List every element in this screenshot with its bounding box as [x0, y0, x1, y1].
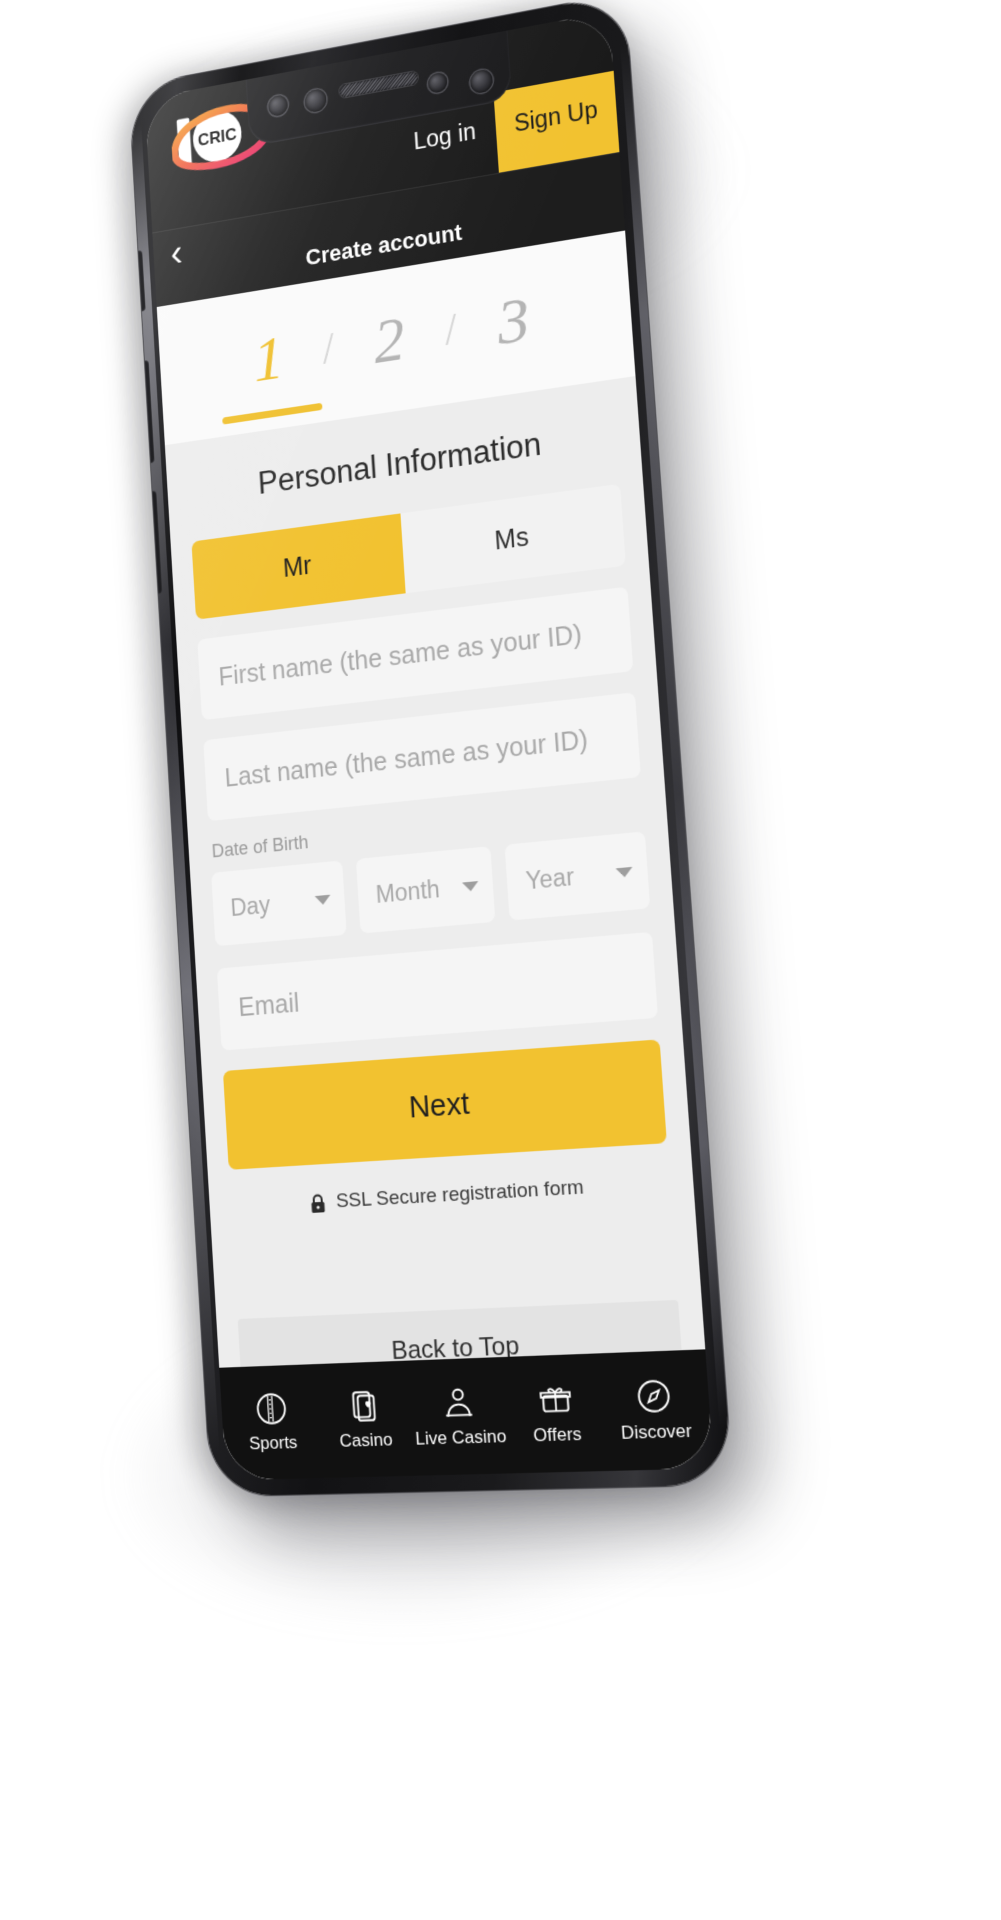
nav-label-offers: Offers	[532, 1423, 583, 1446]
playing-card-icon	[346, 1387, 382, 1424]
step-3[interactable]: 3	[455, 276, 574, 366]
nav-item-live-casino[interactable]: Live Casino	[410, 1383, 510, 1450]
phone-screen: CRIC Log in Sign Up ‹ Create account 1 /…	[144, 11, 714, 1481]
earpiece-speaker	[339, 70, 419, 99]
nav-label-discover: Discover	[620, 1420, 693, 1444]
dealer-icon	[440, 1384, 477, 1422]
step-1[interactable]: 1	[213, 315, 325, 425]
nav-label-casino: Casino	[338, 1429, 394, 1452]
gift-icon	[536, 1380, 574, 1418]
step-2[interactable]: 2	[332, 296, 447, 385]
dob-day-value: Day	[229, 890, 271, 921]
front-camera-icon	[267, 93, 289, 118]
volume-down-button[interactable]	[148, 490, 163, 595]
chevron-down-icon	[615, 866, 634, 878]
perspective-wrapper: CRIC Log in Sign Up ‹ Create account 1 /…	[0, 0, 1001, 1920]
nav-item-offers[interactable]: Offers	[505, 1379, 607, 1447]
phone-device: CRIC Log in Sign Up ‹ Create account 1 /…	[128, 0, 733, 1497]
sensor-icon	[304, 87, 327, 114]
dot-projector-icon	[469, 68, 494, 95]
chevron-left-icon[interactable]: ‹	[169, 232, 183, 275]
lock-icon	[310, 1193, 327, 1214]
nav-item-sports[interactable]: Sports	[225, 1389, 320, 1455]
step-2-label: 2	[371, 303, 407, 377]
step-3-label: 3	[495, 283, 532, 359]
compass-icon	[634, 1377, 673, 1415]
screenshot-stage: CRIC Log in Sign Up ‹ Create account 1 /…	[0, 0, 1001, 1920]
email-input[interactable]: Email	[216, 931, 658, 1051]
dob-month-value: Month	[374, 874, 441, 908]
nav-label-live-casino: Live Casino	[414, 1425, 507, 1449]
dob-year-select[interactable]: Year	[504, 831, 651, 921]
ir-camera-icon	[427, 71, 448, 95]
ssl-secure-text: SSL Secure registration form	[335, 1176, 585, 1213]
dob-day-select[interactable]: Day	[211, 860, 347, 947]
dob-year-value: Year	[524, 862, 575, 895]
step-1-label: 1	[251, 322, 286, 396]
nav-item-casino[interactable]: Casino	[316, 1386, 414, 1453]
dob-month-select[interactable]: Month	[355, 846, 496, 934]
cricket-ball-icon	[253, 1390, 288, 1427]
step-1-active-bar	[221, 402, 323, 425]
volume-up-button[interactable]	[141, 359, 155, 464]
nav-item-discover[interactable]: Discover	[603, 1376, 708, 1445]
chevron-down-icon	[462, 880, 480, 892]
bottom-navigation: Sports Casino Live Casino Offers Discove…	[219, 1349, 714, 1481]
mute-switch[interactable]	[134, 250, 146, 313]
registration-form: Personal Information Mr Ms First name (t…	[164, 376, 714, 1481]
chevron-down-icon	[314, 894, 331, 905]
nav-label-sports: Sports	[248, 1432, 298, 1454]
